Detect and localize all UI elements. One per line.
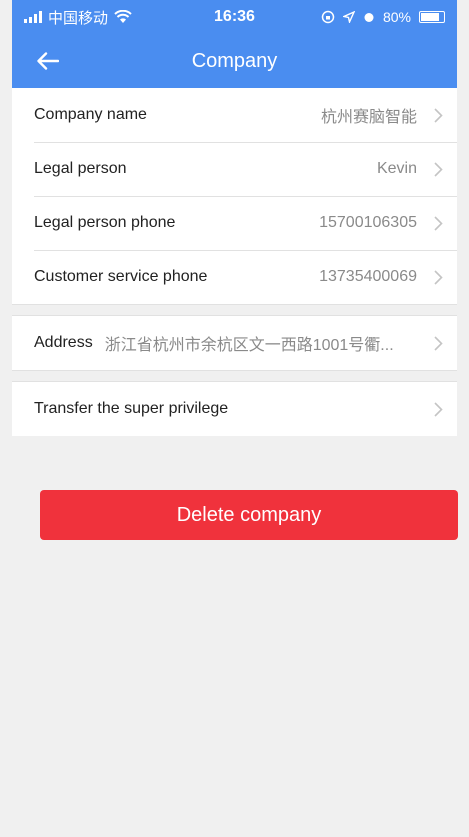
chevron-right-icon	[423, 215, 443, 231]
legal-person-phone-row[interactable]: Legal person phone 15700106305	[12, 196, 457, 250]
delete-section: Delete company	[12, 436, 458, 540]
row-label: Customer service phone	[34, 268, 208, 285]
page-title: Company	[191, 49, 278, 72]
nav-bar: Company	[12, 34, 457, 88]
status-bar: 中国移动 16:36 80%	[12, 0, 457, 34]
row-value: 15700106305	[319, 214, 417, 231]
company-info-group: Company name 杭州赛脑智能 Legal person Kevin L…	[12, 88, 457, 304]
arrow-left-icon	[37, 52, 59, 70]
alarm-icon	[364, 13, 374, 22]
transfer-group: Transfer the super privilege	[12, 382, 457, 436]
transfer-privilege-row[interactable]: Transfer the super privilege	[12, 382, 457, 436]
chevron-right-icon	[423, 335, 443, 351]
status-left: 中国移动	[24, 7, 174, 28]
location-icon	[342, 11, 355, 23]
row-label: Transfer the super privilege	[34, 400, 229, 417]
row-value: 杭州赛脑智能	[320, 109, 417, 126]
chevron-right-icon	[423, 107, 443, 123]
row-label: Address	[34, 334, 93, 351]
delete-company-button[interactable]: Delete company	[40, 490, 458, 540]
row-value: Kevin	[376, 160, 417, 177]
chevron-right-icon	[423, 401, 443, 417]
chevron-right-icon	[423, 161, 443, 177]
signal-icon	[24, 11, 42, 23]
row-value: 13735400069	[319, 268, 417, 285]
battery-icon	[419, 11, 445, 23]
address-value: 浙江省杭州市余杭区文一西路1001号衢...	[104, 337, 394, 354]
legal-person-row[interactable]: Legal person Kevin	[12, 142, 457, 196]
status-time: 16:36	[214, 8, 255, 25]
chevron-right-icon	[423, 269, 443, 285]
row-label: Legal person phone	[34, 214, 176, 231]
address-row[interactable]: Address 浙江省杭州市余杭区文一西路1001号衢...	[12, 316, 457, 370]
row-label: Company name	[34, 106, 147, 123]
back-button[interactable]	[30, 44, 66, 78]
address-group: Address 浙江省杭州市余杭区文一西路1001号衢...	[12, 316, 457, 370]
wifi-icon	[114, 10, 132, 23]
phone-screen: 中国移动 16:36 80% Company Company name 杭州赛脑…	[0, 0, 469, 837]
header: 中国移动 16:36 80% Company	[12, 0, 457, 88]
row-label: Legal person	[34, 160, 127, 177]
lock-rotation-icon	[321, 10, 335, 24]
section-divider	[12, 370, 457, 382]
customer-service-phone-row[interactable]: Customer service phone 13735400069	[12, 250, 457, 304]
status-right: 80%	[295, 9, 445, 25]
company-name-row[interactable]: Company name 杭州赛脑智能	[12, 88, 457, 142]
battery-percent: 80%	[382, 9, 411, 25]
carrier-label: 中国移动	[48, 9, 109, 27]
section-divider	[12, 304, 457, 316]
